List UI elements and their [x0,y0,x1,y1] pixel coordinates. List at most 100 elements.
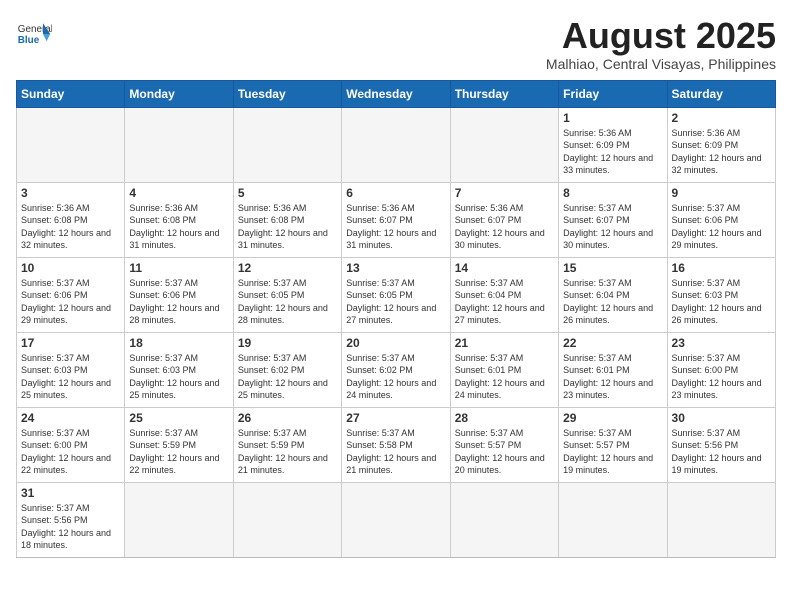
day-detail: Sunrise: 5:36 AM Sunset: 6:08 PM Dayligh… [21,202,120,252]
calendar-header-row: SundayMondayTuesdayWednesdayThursdayFrid… [17,80,776,107]
calendar-cell: 16 Sunrise: 5:37 AM Sunset: 6:03 PM Dayli… [667,257,775,332]
calendar-cell: 20Sunrise: 5:37 AM Sunset: 6:02 PM Dayli… [342,332,450,407]
day-number: 25 [129,411,228,425]
calendar-cell: 29 Sunrise: 5:37 AM Sunset: 5:57 PM Dayli… [559,407,667,482]
calendar-cell: 21Sunrise: 5:37 AM Sunset: 6:01 PM Dayli… [450,332,558,407]
day-number: 18 [129,336,228,350]
calendar-table: SundayMondayTuesdayWednesdayThursdayFrid… [16,80,776,558]
calendar-cell: 5Sunrise: 5:36 AM Sunset: 6:08 PM Daylig… [233,182,341,257]
day-number: 22 [563,336,662,350]
day-detail: Sunrise: 5:37 AM Sunset: 6:01 PM Dayligh… [563,352,662,402]
calendar-cell: 31Sunrise: 5:37 AM Sunset: 5:56 PM Dayli… [17,482,125,557]
day-number: 28 [455,411,554,425]
day-detail: Sunrise: 5:37 AM Sunset: 6:03 PM Dayligh… [672,277,771,327]
calendar-cell [17,107,125,182]
day-number: 5 [238,186,337,200]
day-detail: Sunrise: 5:37 AM Sunset: 5:57 PM Dayligh… [563,427,662,477]
calendar-cell [125,482,233,557]
calendar-cell [667,482,775,557]
day-detail: Sunrise: 5:37 AM Sunset: 6:03 PM Dayligh… [21,352,120,402]
day-detail: Sunrise: 5:37 AM Sunset: 6:02 PM Dayligh… [346,352,445,402]
calendar-cell [233,107,341,182]
calendar-cell: 27Sunrise: 5:37 AM Sunset: 5:58 PM Dayli… [342,407,450,482]
calendar-cell: 26Sunrise: 5:37 AM Sunset: 5:59 PM Dayli… [233,407,341,482]
day-detail: Sunrise: 5:37 AM Sunset: 5:57 PM Dayligh… [455,427,554,477]
day-number: 29 [563,411,662,425]
day-number: 19 [238,336,337,350]
day-detail: Sunrise: 5:37 AM Sunset: 5:56 PM Dayligh… [672,427,771,477]
col-header-sunday: Sunday [17,80,125,107]
col-header-saturday: Saturday [667,80,775,107]
calendar-cell [450,482,558,557]
logo-icon: General Blue [16,16,52,52]
calendar-cell [559,482,667,557]
day-number: 13 [346,261,445,275]
day-detail: Sunrise: 5:37 AM Sunset: 6:00 PM Dayligh… [21,427,120,477]
calendar-cell: 19 Sunrise: 5:37 AM Sunset: 6:02 PM Dayli… [233,332,341,407]
calendar-cell: 12 Sunrise: 5:37 AM Sunset: 6:05 PM Dayli… [233,257,341,332]
calendar-cell: 6 Sunrise: 5:36 AM Sunset: 6:07 PM Daylig… [342,182,450,257]
col-header-wednesday: Wednesday [342,80,450,107]
day-number: 21 [455,336,554,350]
calendar-cell: 2 Sunrise: 5:36 AM Sunset: 6:09 PM Daylig… [667,107,775,182]
calendar-cell [450,107,558,182]
day-number: 3 [21,186,120,200]
calendar-cell: 7Sunrise: 5:36 AM Sunset: 6:07 PM Daylig… [450,182,558,257]
day-number: 10 [21,261,120,275]
day-detail: Sunrise: 5:36 AM Sunset: 6:08 PM Dayligh… [129,202,228,252]
svg-text:Blue: Blue [18,35,40,46]
calendar-cell: 8 Sunrise: 5:37 AM Sunset: 6:07 PM Daylig… [559,182,667,257]
day-number: 12 [238,261,337,275]
col-header-friday: Friday [559,80,667,107]
day-detail: Sunrise: 5:37 AM Sunset: 6:05 PM Dayligh… [238,277,337,327]
day-number: 31 [21,486,120,500]
calendar-cell: 13 Sunrise: 5:37 AM Sunset: 6:05 PM Dayli… [342,257,450,332]
day-detail: Sunrise: 5:36 AM Sunset: 6:09 PM Dayligh… [672,127,771,177]
day-detail: Sunrise: 5:37 AM Sunset: 6:03 PM Dayligh… [129,352,228,402]
calendar-cell: 9Sunrise: 5:37 AM Sunset: 6:06 PM Daylig… [667,182,775,257]
calendar-cell [125,107,233,182]
day-number: 4 [129,186,228,200]
day-number: 8 [563,186,662,200]
calendar-cell: 30 Sunrise: 5:37 AM Sunset: 5:56 PM Dayli… [667,407,775,482]
col-header-tuesday: Tuesday [233,80,341,107]
calendar-cell: 14 Sunrise: 5:37 AM Sunset: 6:04 PM Dayli… [450,257,558,332]
day-number: 27 [346,411,445,425]
day-number: 16 [672,261,771,275]
day-number: 24 [21,411,120,425]
title-block: August 2025 Malhiao, Central Visayas, Ph… [546,16,776,72]
day-detail: Sunrise: 5:36 AM Sunset: 6:07 PM Dayligh… [346,202,445,252]
day-detail: Sunrise: 5:37 AM Sunset: 6:04 PM Dayligh… [455,277,554,327]
calendar-cell: 17 Sunrise: 5:37 AM Sunset: 6:03 PM Dayli… [17,332,125,407]
day-detail: Sunrise: 5:37 AM Sunset: 6:05 PM Dayligh… [346,277,445,327]
calendar-week-row: 17 Sunrise: 5:37 AM Sunset: 6:03 PM Dayli… [17,332,776,407]
month-title: August 2025 [546,16,776,56]
page-header: General Blue August 2025 Malhiao, Centra… [16,16,776,72]
calendar-cell: 3 Sunrise: 5:36 AM Sunset: 6:08 PM Daylig… [17,182,125,257]
calendar-cell: 28 Sunrise: 5:37 AM Sunset: 5:57 PM Dayli… [450,407,558,482]
day-number: 30 [672,411,771,425]
day-detail: Sunrise: 5:37 AM Sunset: 5:59 PM Dayligh… [238,427,337,477]
calendar-cell: 25 Sunrise: 5:37 AM Sunset: 5:59 PM Dayli… [125,407,233,482]
day-detail: Sunrise: 5:37 AM Sunset: 5:59 PM Dayligh… [129,427,228,477]
day-detail: Sunrise: 5:37 AM Sunset: 6:06 PM Dayligh… [672,202,771,252]
day-detail: Sunrise: 5:37 AM Sunset: 6:06 PM Dayligh… [21,277,120,327]
day-number: 14 [455,261,554,275]
calendar-cell: 4 Sunrise: 5:36 AM Sunset: 6:08 PM Daylig… [125,182,233,257]
calendar-cell: 1Sunrise: 5:36 AM Sunset: 6:09 PM Daylig… [559,107,667,182]
calendar-cell: 15Sunrise: 5:37 AM Sunset: 6:04 PM Dayli… [559,257,667,332]
calendar-cell: 22 Sunrise: 5:37 AM Sunset: 6:01 PM Dayli… [559,332,667,407]
calendar-cell: 23Sunrise: 5:37 AM Sunset: 6:00 PM Dayli… [667,332,775,407]
day-detail: Sunrise: 5:36 AM Sunset: 6:09 PM Dayligh… [563,127,662,177]
day-number: 2 [672,111,771,125]
day-detail: Sunrise: 5:37 AM Sunset: 6:06 PM Dayligh… [129,277,228,327]
col-header-monday: Monday [125,80,233,107]
day-number: 6 [346,186,445,200]
day-detail: Sunrise: 5:37 AM Sunset: 6:07 PM Dayligh… [563,202,662,252]
day-detail: Sunrise: 5:37 AM Sunset: 6:02 PM Dayligh… [238,352,337,402]
calendar-week-row: 24 Sunrise: 5:37 AM Sunset: 6:00 PM Dayli… [17,407,776,482]
col-header-thursday: Thursday [450,80,558,107]
calendar-cell: 10 Sunrise: 5:37 AM Sunset: 6:06 PM Dayli… [17,257,125,332]
day-number: 17 [21,336,120,350]
day-detail: Sunrise: 5:36 AM Sunset: 6:07 PM Dayligh… [455,202,554,252]
